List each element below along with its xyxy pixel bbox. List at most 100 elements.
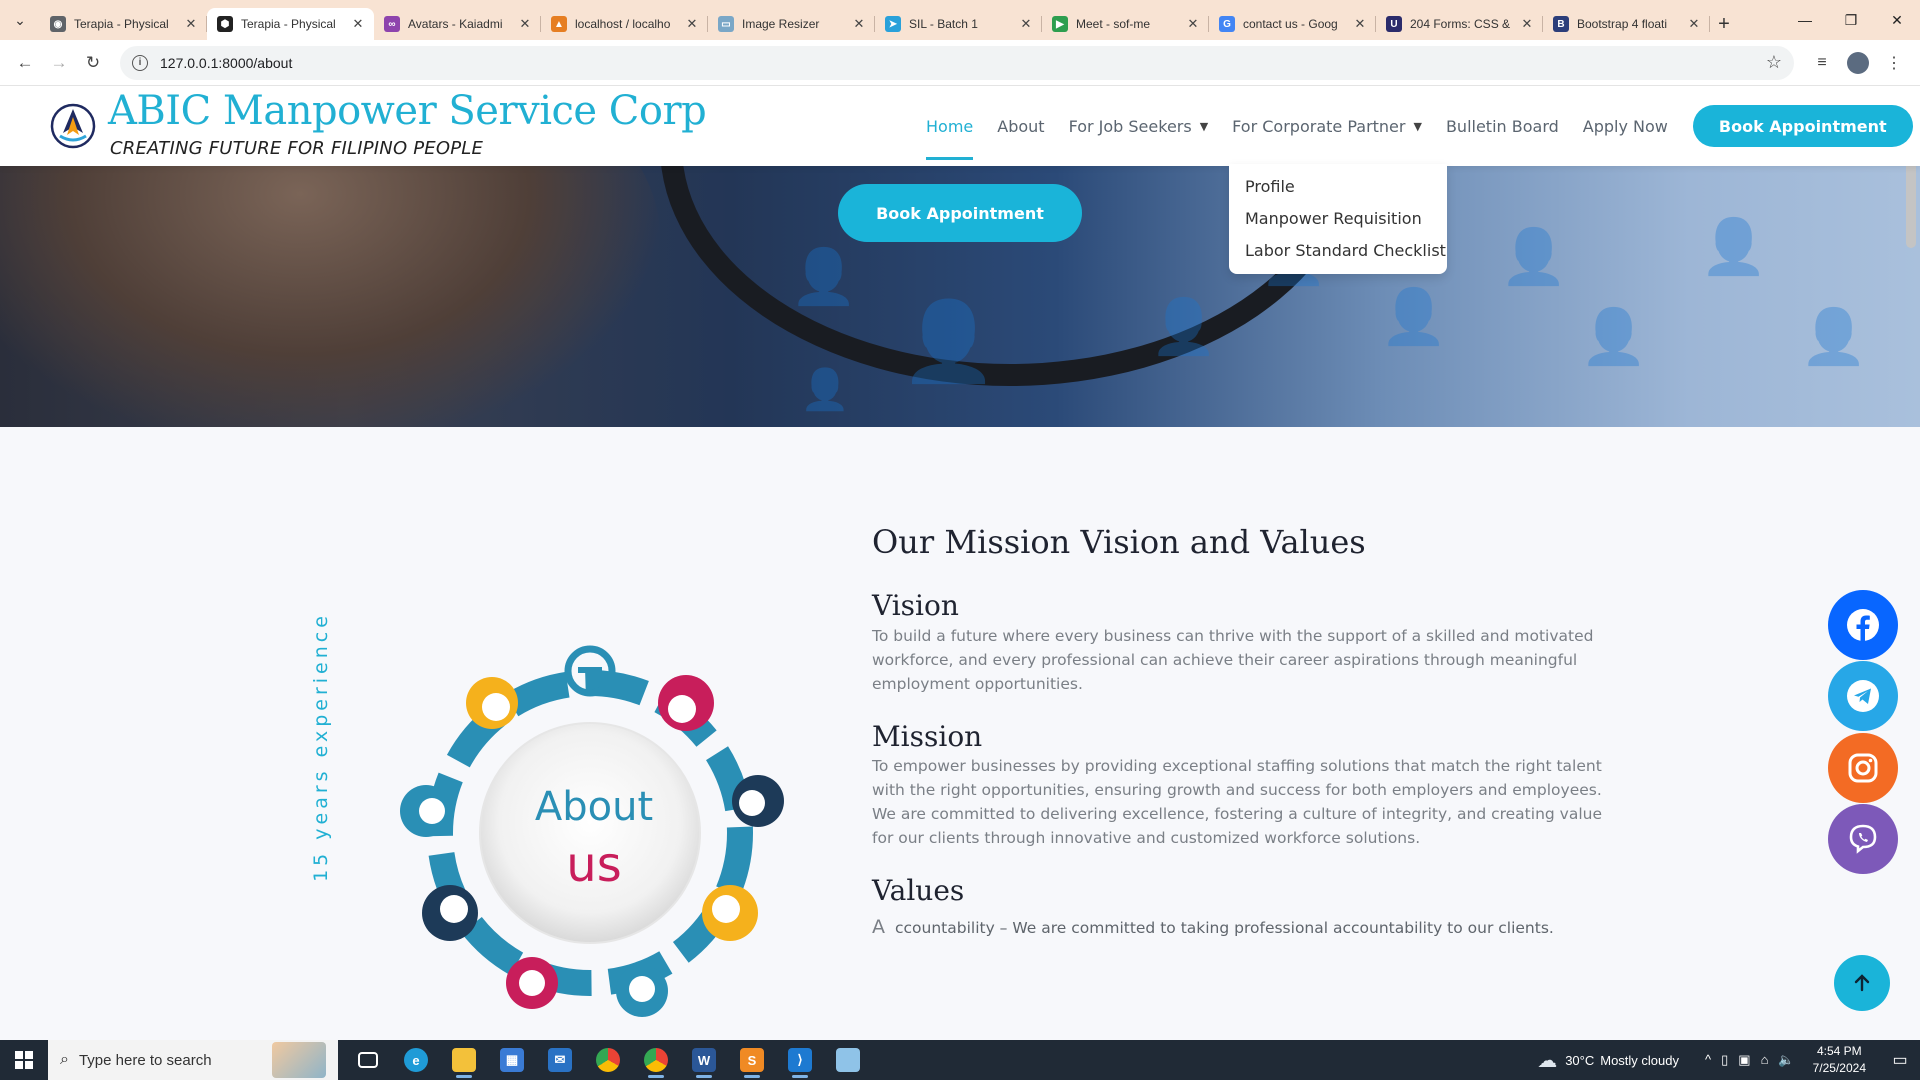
chrome-icon (596, 1048, 620, 1072)
tab-close-icon[interactable]: ✕ (517, 16, 533, 32)
menu-kebab-icon[interactable]: ⋮ (1876, 46, 1912, 80)
facebook-icon (1847, 609, 1879, 642)
browser-tab[interactable]: Gcontact us - Goog ✕ (1209, 8, 1376, 40)
weather-widget[interactable]: ☁ 30°C Mostly cloudy (1537, 1048, 1679, 1073)
tab-close-icon[interactable]: ✕ (350, 16, 366, 32)
company-logo-icon[interactable] (50, 103, 96, 149)
page-scrollbar-thumb[interactable] (1906, 154, 1916, 248)
bookmark-star-icon[interactable]: ☆ (1766, 52, 1782, 73)
device-icon[interactable]: ▯ (1721, 1052, 1728, 1068)
vscode-button[interactable]: ⟩ (776, 1040, 824, 1080)
vision-heading: Vision (872, 589, 959, 622)
brand-name[interactable]: ABIC Manpower Service Corp (108, 88, 707, 134)
dropdown-item-labor-standard-checklist[interactable]: Labor Standard Checklist (1229, 234, 1447, 266)
notepad-button[interactable] (824, 1040, 872, 1080)
store-button[interactable]: ▦ (488, 1040, 536, 1080)
close-window-icon[interactable]: ✕ (1874, 0, 1920, 40)
reload-icon[interactable]: ↻ (76, 46, 110, 80)
nav-bulletin-label: Bulletin Board (1445, 116, 1559, 136)
tab-close-icon[interactable]: ✕ (851, 16, 867, 32)
chrome-button[interactable] (584, 1040, 632, 1080)
browser-tab[interactable]: B Bootstrap 4 floati ✕ (1543, 8, 1710, 40)
weather-temp: 30°C (1565, 1052, 1595, 1068)
taskbar-search-box[interactable]: ⌕ Type here to search (48, 1040, 338, 1080)
task-view-button[interactable] (344, 1040, 392, 1080)
nav-job-seekers[interactable]: For Job Seekers ▼ (1069, 86, 1209, 166)
minimize-icon[interactable]: — (1782, 0, 1828, 40)
nav-bulletin-board[interactable]: Bulletin Board (1446, 86, 1559, 166)
profile-avatar[interactable] (1847, 51, 1869, 74)
back-icon[interactable]: ← (8, 46, 42, 80)
nav-about[interactable]: About (997, 86, 1044, 166)
viber-button[interactable] (1828, 804, 1898, 874)
nav-apply-now[interactable]: Apply Now (1583, 86, 1668, 166)
site-info-icon[interactable]: i (132, 54, 148, 71)
browser-tab[interactable]: U 204 Forms: CSS & ✕ (1376, 8, 1543, 40)
chrome-profile-button[interactable] (632, 1040, 680, 1080)
sublime-button[interactable]: S (728, 1040, 776, 1080)
person-silhouette-icon: 👤 (790, 247, 858, 307)
person-silhouette-icon: 👤 (1700, 217, 1768, 277)
nav-home[interactable]: Home (926, 86, 974, 166)
instagram-icon (1848, 753, 1878, 783)
sublime-icon: S (740, 1048, 764, 1072)
tab-close-icon[interactable]: ✕ (1519, 16, 1535, 32)
nav-about-label: About (997, 116, 1045, 136)
url-text[interactable]: 127.0.0.1:8000/about (160, 55, 1766, 71)
tab-close-icon[interactable]: ✕ (684, 16, 700, 32)
header-book-appointment-button[interactable]: Book Appointment (1692, 105, 1913, 147)
hero-book-appointment-button[interactable]: Book Appointment (838, 184, 1082, 242)
browser-tab[interactable]: ▶ Meet - sof-me ✕ (1042, 8, 1209, 40)
new-tab-button[interactable]: + (1710, 8, 1738, 40)
tab-favicon-icon: ⬢ (217, 16, 233, 32)
browser-tab[interactable]: ◉ Terapia - Physical ✕ (40, 8, 207, 40)
about-badge-line2: us (566, 837, 621, 893)
telegram-button[interactable] (1828, 661, 1898, 731)
tab-close-icon[interactable]: ✕ (1352, 16, 1368, 32)
nav-corporate-partner[interactable]: For Corporate Partner ▼ (1232, 86, 1422, 166)
values-item: Accountability – We are committed to tak… (872, 916, 1554, 938)
tab-close-icon[interactable]: ✕ (183, 16, 199, 32)
tab-close-icon[interactable]: ✕ (1018, 16, 1034, 32)
instagram-button[interactable] (1828, 733, 1898, 803)
facebook-button[interactable] (1828, 590, 1898, 660)
taskbar-apps: e ▦ ✉ W S ⟩ (344, 1040, 872, 1080)
values-item-text: ccountability – We are committed to taki… (895, 919, 1554, 937)
restore-icon[interactable]: ❐ (1828, 0, 1874, 40)
scroll-to-top-button[interactable] (1834, 955, 1890, 1011)
edge-button[interactable]: e (392, 1040, 440, 1080)
about-us-graphic: About us (400, 645, 784, 1017)
vision-text: To build a future where every business c… (872, 627, 1594, 693)
word-icon: W (692, 1048, 716, 1072)
brand-tagline: CREATING FUTURE FOR FILIPINO PEOPLE (110, 138, 484, 159)
nav-apply-label: Apply Now (1582, 116, 1668, 136)
window-controls: — ❐ ✕ (1782, 0, 1920, 40)
volume-icon[interactable]: 🔈 (1778, 1052, 1794, 1068)
word-button[interactable]: W (680, 1040, 728, 1080)
chevron-up-icon[interactable]: ^ (1705, 1052, 1711, 1068)
dropdown-item-manpower-requisition[interactable]: Manpower Requisition (1229, 202, 1447, 234)
media-control-icon[interactable]: ≡ (1804, 46, 1840, 80)
file-explorer-button[interactable] (440, 1040, 488, 1080)
mail-button[interactable]: ✉ (536, 1040, 584, 1080)
browser-tab[interactable]: ▭ Image Resizer ✕ (708, 8, 875, 40)
mission-text: To empower businesses by providing excep… (872, 757, 1602, 847)
forward-icon[interactable]: → (42, 46, 76, 80)
browser-tab[interactable]: ➤ SIL - Batch 1 ✕ (875, 8, 1042, 40)
windows-start-button[interactable] (0, 1040, 48, 1080)
browser-tab[interactable]: ▲ localhost / localho ✕ (541, 8, 708, 40)
browser-tab-strip: ⌄ ◉ Terapia - Physical ✕ ⬢ Terapia - Physica… (0, 0, 1920, 40)
meet-now-icon[interactable]: ▣ (1738, 1052, 1750, 1068)
taskbar-clock[interactable]: 4:54 PM 7/25/2024 (1813, 1043, 1866, 1077)
browser-tab[interactable]: ⬢ Terapia - Physical ✕ (207, 8, 374, 40)
dropdown-item-profile[interactable]: Profile (1229, 170, 1447, 202)
tab-close-icon[interactable]: ✕ (1686, 16, 1702, 32)
tab-search-chevron-icon[interactable]: ⌄ (0, 0, 40, 40)
folder-icon (452, 1048, 476, 1072)
address-bar[interactable]: i 127.0.0.1:8000/about ☆ (120, 45, 1794, 80)
tab-close-icon[interactable]: ✕ (1185, 16, 1201, 32)
network-icon[interactable]: ⌂ (1761, 1052, 1769, 1068)
cloud-icon: ☁ (1537, 1049, 1558, 1072)
browser-tab[interactable]: ∞ Avatars - Kaiadmi ✕ (374, 8, 541, 40)
notification-icon[interactable]: ▭ (1880, 1040, 1920, 1080)
